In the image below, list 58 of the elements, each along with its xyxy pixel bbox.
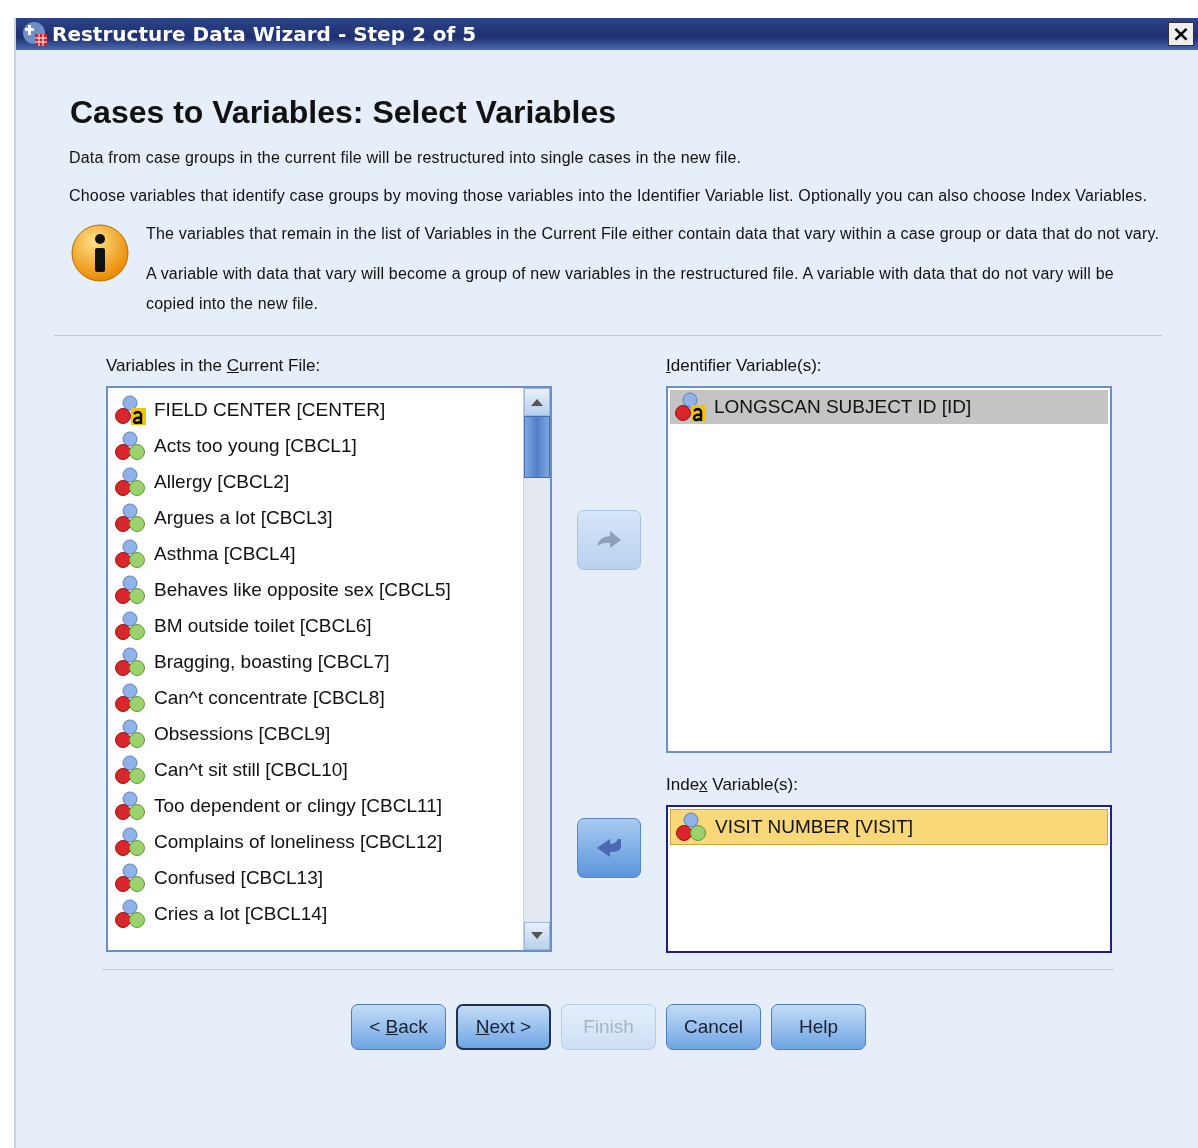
scroll-thumb[interactable] [524, 416, 550, 478]
list-item[interactable]: Obsessions [CBCL9] [114, 716, 523, 752]
instruction-text: Choose variables that identify case groups by moving those variables into the Identifier Variable list. Optionally you can also choose Index Variables. [69, 186, 1149, 206]
window-title: Restructure Data Wizard - Step 2 of 5 [52, 22, 478, 46]
nominal-variable-icon [114, 539, 148, 569]
scroll-down-icon [530, 932, 544, 940]
nominal-variable-icon [114, 863, 148, 893]
move-button[interactable] [577, 818, 641, 878]
wizard-button[interactable]: < Back [351, 1004, 446, 1050]
string-variable-icon [674, 392, 708, 422]
nominal-variable-icon [114, 503, 148, 533]
close-button[interactable]: × [1168, 22, 1194, 46]
list-item[interactable]: Too dependent or clingy [CBCL11] [114, 788, 523, 824]
list-item[interactable]: LONGSCAN SUBJECT ID [ID] [670, 390, 1108, 424]
list-item[interactable]: Argues a lot [CBCL3] [114, 500, 523, 536]
scrollbar[interactable] [523, 388, 550, 950]
nominal-variable-icon [114, 467, 148, 497]
wizard-button[interactable]: Help [771, 1004, 866, 1050]
nominal-variable-icon [114, 611, 148, 641]
wizard-button[interactable]: Next > [456, 1004, 551, 1050]
list-item[interactable]: Can^t sit still [CBCL10] [114, 752, 523, 788]
page-heading: Cases to Variables: Select Variables [70, 94, 618, 131]
list-item[interactable]: Acts too young [CBCL1] [114, 428, 523, 464]
nominal-variable-icon [114, 431, 148, 461]
scroll-up-icon [530, 398, 544, 406]
list-item[interactable]: Allergy [CBCL2] [114, 464, 523, 500]
nominal-variable-icon [114, 755, 148, 785]
nominal-variable-icon [675, 812, 709, 842]
identifier-list[interactable]: LONGSCAN SUBJECT ID [ID] [666, 386, 1112, 753]
nominal-variable-icon [114, 683, 148, 713]
info-icon [70, 223, 130, 283]
list-item[interactable]: Confused [CBCL13] [114, 860, 523, 896]
list-item[interactable]: Cries a lot [CBCL14] [114, 896, 523, 932]
list-item[interactable]: VISIT NUMBER [VISIT] [670, 809, 1108, 845]
nominal-variable-icon [114, 791, 148, 821]
list-label: Variables in the Current File: [106, 356, 322, 377]
list-item[interactable]: Behaves like opposite sex [CBCL5] [114, 572, 523, 608]
info-text: The variables that remain in the list of Variables in the Current File either contain data that vary within a case group or data that do not vary. [146, 224, 1161, 244]
list-item[interactable]: Bragging, boasting [CBCL7] [114, 644, 523, 680]
string-variable-icon [114, 395, 148, 425]
list-item[interactable]: Asthma [CBCL4] [114, 536, 523, 572]
list-item[interactable]: Complains of loneliness [CBCL12] [114, 824, 523, 860]
list-label: Index Variable(s): [666, 775, 799, 796]
nominal-variable-icon [114, 899, 148, 929]
nominal-variable-icon [114, 719, 148, 749]
nominal-variable-icon [114, 647, 148, 677]
app-icon [22, 21, 48, 47]
list-item[interactable]: BM outside toilet [CBCL6] [114, 608, 523, 644]
nominal-variable-icon [114, 575, 148, 605]
list-item[interactable]: FIELD CENTER [CENTER] [114, 392, 523, 428]
list-item[interactable]: Can^t concentrate [CBCL8] [114, 680, 523, 716]
list-label: Identifier Variable(s): [666, 356, 823, 377]
index-list[interactable]: VISIT NUMBER [VISIT] [666, 805, 1112, 953]
info-text: A variable with data that vary will become a group of new variables in the restructured file. A variable with data that do not vary will be copied into the new file. [146, 264, 1115, 314]
nominal-variable-icon [114, 827, 148, 857]
instruction-text: Data from case groups in the current file will be restructured into single cases in the new file. [69, 148, 743, 168]
variable-list[interactable] [106, 386, 552, 952]
wizard-button[interactable]: Cancel [666, 1004, 761, 1050]
